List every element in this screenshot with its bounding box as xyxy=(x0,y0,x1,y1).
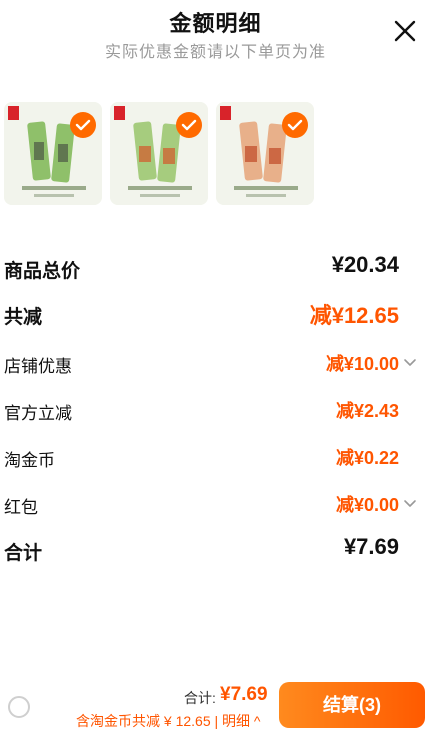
chevron-down-icon[interactable] xyxy=(403,358,417,368)
row-store-discount[interactable]: 店铺优惠 减¥10.00 xyxy=(0,346,431,382)
product-card[interactable] xyxy=(216,102,314,205)
chevron-down-icon[interactable] xyxy=(403,499,417,509)
selected-check-icon[interactable] xyxy=(176,112,202,138)
product-card[interactable] xyxy=(110,102,208,205)
row-total-reduction: 共减 减¥12.65 xyxy=(0,298,431,334)
page-subtitle: 实际优惠金额请以下单页为准 xyxy=(104,44,326,61)
sum-value: ¥7.69 xyxy=(343,534,399,559)
row-red-packet[interactable]: 红包 减¥0.00 xyxy=(0,487,431,523)
official-reduction-label: 官方立减 xyxy=(4,404,72,423)
store-discount-value: 减¥10.00 xyxy=(325,354,399,374)
row-goods-total: 商品总价 ¥20.34 xyxy=(0,252,431,288)
red-packet-label: 红包 xyxy=(4,498,38,517)
selected-check-icon[interactable] xyxy=(282,112,308,138)
taojin-coin-label: 淘金币 xyxy=(4,451,55,470)
taojin-coin-value: 减¥0.22 xyxy=(335,448,399,468)
footer-total-label: 合计: xyxy=(184,690,216,706)
total-reduction-value: 减¥12.65 xyxy=(309,303,399,328)
product-thumbnails xyxy=(4,102,424,210)
row-taojin-coin: 淘金币 减¥0.22 xyxy=(0,440,431,476)
goods-total-value: ¥20.34 xyxy=(331,252,399,277)
saving-details-link[interactable]: 含淘金币共减 ¥ 12.65 | 明细 ^ xyxy=(76,711,260,731)
goods-total-label: 商品总价 xyxy=(4,261,81,282)
total-reduction-label: 共减 xyxy=(4,307,43,328)
selected-check-icon[interactable] xyxy=(70,112,96,138)
close-icon[interactable] xyxy=(388,14,422,48)
row-sum: 合计 ¥7.69 xyxy=(0,534,431,570)
checkout-bar: 合计: ¥7.69 含淘金币共减 ¥ 12.65 | 明细 ^ 结算(3) xyxy=(0,676,431,737)
page-title: 金额明细 xyxy=(169,11,262,36)
official-reduction-value: 减¥2.43 xyxy=(335,401,399,421)
red-packet-value: 减¥0.00 xyxy=(335,495,399,515)
select-all-radio[interactable] xyxy=(8,696,30,718)
footer-total-value: ¥7.69 xyxy=(220,684,268,705)
product-card[interactable] xyxy=(4,102,102,205)
row-official-reduction: 官方立减 减¥2.43 xyxy=(0,393,431,429)
sum-label: 合计 xyxy=(4,543,43,564)
checkout-button[interactable]: 结算(3) xyxy=(279,682,425,728)
header: 金额明细 实际优惠金额请以下单页为准 xyxy=(0,0,431,70)
store-discount-label: 店铺优惠 xyxy=(4,357,72,376)
